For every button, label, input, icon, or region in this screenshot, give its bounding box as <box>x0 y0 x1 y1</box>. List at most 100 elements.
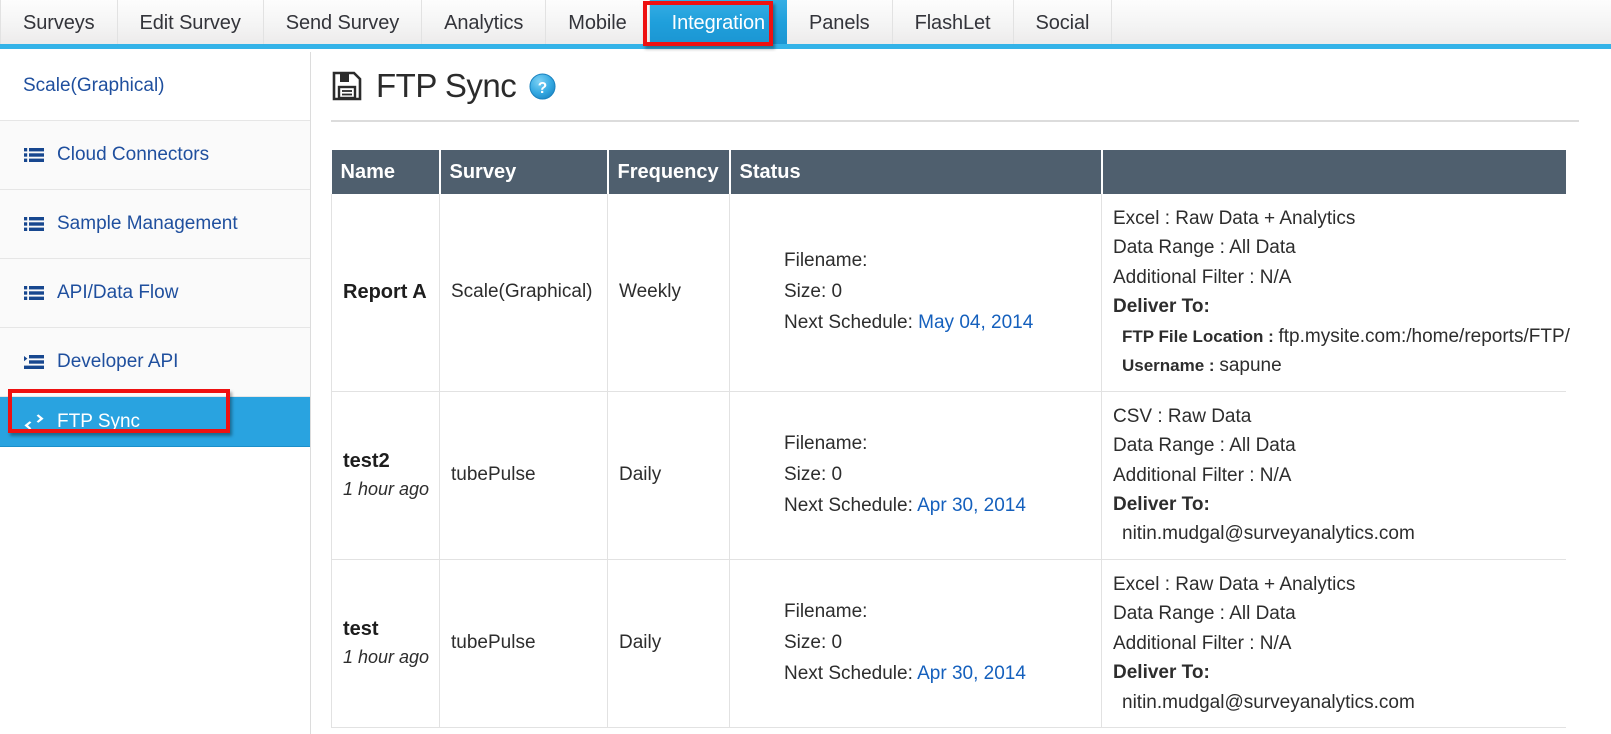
column-header-label: Name <box>341 161 395 183</box>
nav-tab-label: Surveys <box>23 12 95 35</box>
nav-tab-label: Edit Survey <box>140 12 241 35</box>
nav-tab-edit-survey[interactable]: Edit Survey <box>118 0 264 46</box>
status-filename: Filename: <box>784 246 1093 277</box>
details-deliver-line: nitin.mudgal@surveyanalytics.com <box>1113 688 1558 717</box>
cell-status: Filename:Size: 0Next Schedule: Apr 30, 2… <box>730 391 1102 559</box>
nav-tab-integration[interactable]: Integration <box>650 0 787 46</box>
details-deliver-line: FTP File Location : ftp.mysite.com:/home… <box>1113 322 1558 351</box>
survey-name: tubePulse <box>451 464 536 485</box>
nav-tab-panels[interactable]: Panels <box>787 0 893 46</box>
frequency-value: Daily <box>619 464 661 485</box>
status-next-schedule: Next Schedule: Apr 30, 2014 <box>784 491 1093 522</box>
cell-name: test2 1 hour ago <box>332 391 440 559</box>
nav-tab-label: Analytics <box>444 12 523 35</box>
column-header-frequency: Frequency <box>608 150 730 194</box>
table-row[interactable]: test2 1 hour ago tubePulse Daily Filename:Si… <box>332 391 1566 559</box>
table-row[interactable]: test1 hour agotubePulseDailyFilename:Siz… <box>332 559 1566 727</box>
details-format: CSV : Raw Data <box>1113 402 1558 431</box>
sidebar-item-label: Scale(Graphical) <box>23 75 165 97</box>
cell-status: Filename:Size: 0Next Schedule: May 04, 2… <box>730 194 1102 391</box>
column-header-status: Status <box>730 150 1102 194</box>
cell-frequency: Daily <box>608 559 730 727</box>
details-deliver-to-label: Deliver To: <box>1113 658 1558 687</box>
details-deliver-value: nitin.mudgal@surveyanalytics.com <box>1122 692 1415 713</box>
nav-tab-label: Social <box>1036 12 1090 35</box>
ftp-sync-table: Name Survey Frequency Status Report A Scale(… <box>331 150 1566 728</box>
nav-tab-label: Mobile <box>568 12 626 35</box>
status-next-schedule-date: May 04, 2014 <box>918 312 1033 333</box>
sidebar-item-ftp-sync[interactable]: FTP Sync <box>0 397 310 447</box>
details-data-range: Data Range : All Data <box>1113 599 1558 628</box>
details-deliver-to-label: Deliver To: <box>1113 292 1558 321</box>
status-size: Size: 0 <box>784 460 1093 491</box>
status-next-schedule: Next Schedule: Apr 30, 2014 <box>784 659 1093 690</box>
status-filename: Filename: <box>784 597 1093 628</box>
cell-survey: Scale(Graphical) <box>440 194 608 391</box>
sidebar-item-api-data-flow[interactable]: API/Data Flow <box>0 259 310 328</box>
top-navigation-tabs: Surveys Edit Survey Send Survey Analytics Mo… <box>0 0 1611 46</box>
frequency-value: Weekly <box>619 281 681 302</box>
details-deliver-line: Username : sapune <box>1113 351 1558 380</box>
nav-tab-social[interactable]: Social <box>1014 0 1113 46</box>
details-deliver-label: Username : <box>1122 356 1219 375</box>
status-next-schedule-date: Apr 30, 2014 <box>917 663 1026 684</box>
sidebar-item-developer-api[interactable]: Developer API <box>0 328 310 397</box>
table-header-row: Name Survey Frequency Status <box>332 150 1566 194</box>
sidebar-item-label: Cloud Connectors <box>57 144 209 166</box>
indent-icon <box>23 353 45 371</box>
sync-name: test2 <box>343 450 431 473</box>
column-header-details <box>1102 150 1566 194</box>
table-body: Report AScale(Graphical)WeeklyFilename:S… <box>332 194 1566 728</box>
nav-tab-label: Integration <box>672 12 765 35</box>
nav-tab-flashlet[interactable]: FlashLet <box>893 0 1014 46</box>
floppy-disk-icon <box>331 70 363 102</box>
nav-tab-analytics[interactable]: Analytics <box>422 0 546 46</box>
status-filename: Filename: <box>784 429 1093 460</box>
column-header-label: Frequency <box>618 161 719 183</box>
cell-frequency: Weekly <box>608 194 730 391</box>
sync-arrows-icon <box>23 413 45 431</box>
status-next-schedule-date: Apr 30, 2014 <box>917 495 1026 516</box>
details-deliver-value: ftp.mysite.com:/home/reports/FTP/ <box>1278 326 1569 347</box>
cell-status: Filename:Size: 0Next Schedule: Apr 30, 2… <box>730 559 1102 727</box>
column-header-label: Survey <box>450 161 517 183</box>
status-next-schedule-label: Next Schedule: <box>784 663 913 684</box>
status-next-schedule: Next Schedule: May 04, 2014 <box>784 308 1093 339</box>
status-next-schedule-label: Next Schedule: <box>784 312 913 333</box>
cell-details: Excel : Raw Data + AnalyticsData Range :… <box>1102 194 1566 391</box>
sync-name-timestamp: 1 hour ago <box>343 479 431 500</box>
column-header-label: Status <box>740 161 801 183</box>
details-deliver-label: FTP File Location : <box>1122 327 1278 346</box>
sidebar-item-label: FTP Sync <box>57 411 140 433</box>
table-head: Name Survey Frequency Status <box>332 150 1566 194</box>
sidebar-item-scale-graphical[interactable]: Scale(Graphical) <box>0 52 310 121</box>
sidebar-item-sample-management[interactable]: Sample Management <box>0 190 310 259</box>
table-row[interactable]: Report A Scale(Graphical) Weekly Filename:S… <box>332 194 1566 391</box>
svg-text:?: ? <box>538 79 547 96</box>
column-header-survey: Survey <box>440 150 608 194</box>
details-deliver-value: sapune <box>1219 355 1281 376</box>
nav-tab-send-survey[interactable]: Send Survey <box>264 0 422 46</box>
details-data-range: Data Range : All Data <box>1113 431 1558 460</box>
cell-details: Excel : Raw Data + AnalyticsData Range :… <box>1102 559 1566 727</box>
list-icon <box>23 146 45 164</box>
cell-frequency: Daily <box>608 391 730 559</box>
nav-tab-surveys[interactable]: Surveys <box>0 0 118 46</box>
details-format: Excel : Raw Data + Analytics <box>1113 570 1558 599</box>
list-icon <box>23 284 45 302</box>
sync-name-timestamp: 1 hour ago <box>343 647 431 668</box>
sidebar-item-label: Developer API <box>57 351 178 373</box>
status-next-schedule-label: Next Schedule: <box>784 495 913 516</box>
page-header: FTP Sync ? <box>312 52 1611 120</box>
details-data-range: Data Range : All Data <box>1113 233 1558 262</box>
list-icon <box>23 215 45 233</box>
details-deliver-value: nitin.mudgal@surveyanalytics.com <box>1122 523 1415 544</box>
sidebar-item-list: Scale(Graphical) Cloud Connectors Sample M… <box>0 52 310 447</box>
nav-tab-mobile[interactable]: Mobile <box>546 0 649 46</box>
details-format: Excel : Raw Data + Analytics <box>1113 204 1558 233</box>
status-size: Size: 0 <box>784 277 1093 308</box>
help-question-icon[interactable]: ? <box>529 73 556 100</box>
details-additional-filter: Additional Filter : N/A <box>1113 461 1558 490</box>
sync-name: Report A <box>343 281 431 304</box>
sidebar-item-cloud-connectors[interactable]: Cloud Connectors <box>0 121 310 190</box>
